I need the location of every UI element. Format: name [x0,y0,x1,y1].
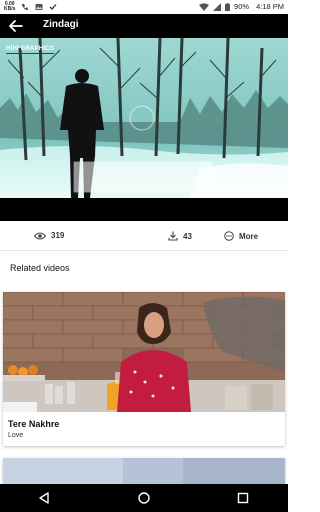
download-icon [168,231,178,241]
player-title-bar: Zindagi [0,14,288,38]
status-time: 4:18 PM [256,2,284,11]
check-icon [49,4,57,10]
views-count: 319 [51,231,65,240]
views-stat: 319 [34,231,64,240]
wifi-icon [199,2,210,11]
related-video-card[interactable]: Tere Nakhre Love [3,292,285,446]
more-label: More [239,231,259,241]
more-icon [224,231,234,241]
more-button[interactable]: More [224,231,258,241]
system-nav-bar [0,484,288,512]
nav-home-icon[interactable] [137,491,151,505]
download-button[interactable]: 43 [168,231,192,241]
video-player[interactable]: Zindagi HIHI GRAPHICS [0,14,288,221]
network-speed: 0.00 KB/s [4,2,15,12]
network-speed-unit: KB/s [4,6,16,12]
status-right: 90% 4:18 PM [199,2,284,11]
video-thumbnail [3,292,285,412]
battery-icon [225,2,231,11]
video-scene [0,38,288,198]
screen: 0.00 KB/s 90% 4:18 PM Zindagi HIHI GRAPH… [0,0,288,512]
thumbnail-scene [3,292,285,412]
phone-icon [22,4,29,10]
downloads-count: 43 [183,231,192,241]
video-frame[interactable]: HIHI GRAPHICS [0,38,288,198]
video-title: Zindagi [43,19,79,30]
video-stats-row: 319 43 More [0,225,288,251]
nav-back-icon[interactable] [37,491,51,505]
image-icon [35,4,43,10]
related-videos-heading: Related videos [10,263,70,273]
eye-icon [34,232,46,239]
status-bar: 0.00 KB/s 90% 4:18 PM [0,0,288,14]
channel-logo: HIHI GRAPHICS [6,46,54,54]
signal-icon [213,2,222,11]
card-title: Tere Nakhre [8,419,60,429]
status-left: 0.00 KB/s [4,2,57,12]
card-subtitle: Love [8,432,24,439]
back-arrow-icon[interactable] [8,19,24,33]
nav-recents-icon[interactable] [236,491,250,505]
battery-level: 90% [234,2,250,11]
